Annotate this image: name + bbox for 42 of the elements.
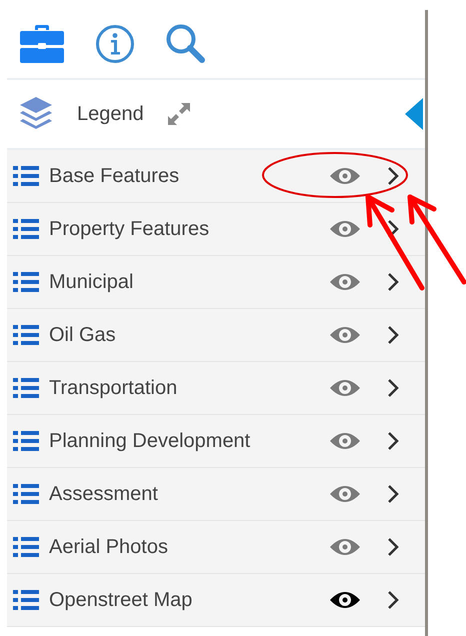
layer-row[interactable]: Property Features <box>7 203 425 256</box>
list-icon <box>13 324 39 346</box>
chevron-right-icon[interactable] <box>387 537 399 557</box>
legend-title: Legend <box>77 102 144 126</box>
layer-name: Openstreet Map <box>49 588 192 612</box>
list-icon <box>13 483 39 505</box>
chevron-right-icon[interactable] <box>387 590 399 610</box>
layer-name: Assessment <box>49 482 158 506</box>
info-icon[interactable] <box>95 24 135 64</box>
list-icon <box>13 589 39 611</box>
layer-row[interactable]: Assessment <box>7 468 425 521</box>
chevron-right-icon[interactable] <box>387 378 399 398</box>
layer-row[interactable]: Municipal <box>7 256 425 309</box>
chevron-right-icon[interactable] <box>387 272 399 292</box>
list-icon <box>13 165 39 187</box>
layer-name: Transportation <box>49 376 178 400</box>
briefcase-icon[interactable] <box>19 24 65 64</box>
layer-row[interactable]: Openstreet Map <box>7 574 425 627</box>
layer-row[interactable]: Aerial Photos <box>7 521 425 574</box>
layer-name: Oil Gas <box>49 324 116 346</box>
layer-name: Base Features <box>49 164 180 188</box>
layer-row[interactable]: Planning Development <box>7 415 425 468</box>
list-icon <box>13 536 39 558</box>
chevron-right-icon[interactable] <box>387 166 399 186</box>
layer-row[interactable]: Oil Gas <box>7 309 425 362</box>
layer-name: Aerial Photos <box>49 536 168 558</box>
list-icon <box>13 377 39 399</box>
eye-icon[interactable] <box>329 590 361 610</box>
search-icon[interactable] <box>165 23 207 65</box>
chevron-right-icon[interactable] <box>387 484 399 504</box>
list-icon <box>13 218 39 240</box>
layer-name: Planning Development <box>49 430 250 452</box>
collapse-arrow-icon[interactable] <box>405 98 423 130</box>
expand-icon[interactable] <box>166 101 192 127</box>
layer-row[interactable]: Transportation <box>7 362 425 415</box>
layer-row[interactable]: Base Features <box>7 150 425 203</box>
layer-name: Municipal <box>49 270 134 294</box>
chevron-right-icon[interactable] <box>387 431 399 451</box>
chevron-right-icon[interactable] <box>387 325 399 345</box>
list-icon <box>13 271 39 293</box>
list-icon <box>13 430 39 452</box>
layer-name: Property Features <box>49 218 210 240</box>
